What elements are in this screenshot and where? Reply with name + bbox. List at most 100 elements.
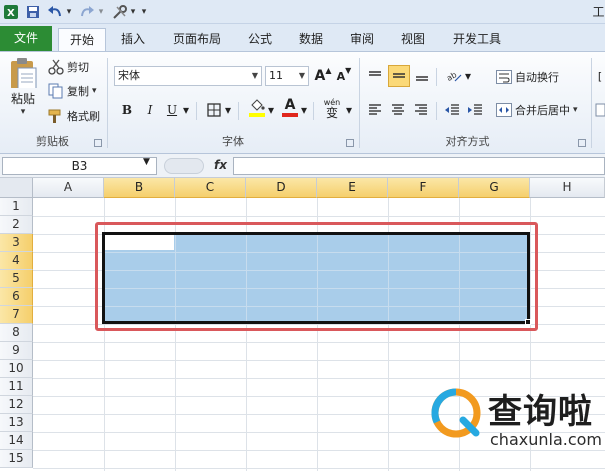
- row-header-5[interactable]: 5: [0, 270, 33, 288]
- font-divider: [196, 102, 197, 120]
- wrap-text-button[interactable]: 自动换行: [496, 68, 559, 86]
- row-header-3[interactable]: 3: [0, 234, 33, 252]
- row-header-2[interactable]: 2: [0, 216, 33, 234]
- grow-font-button[interactable]: A ▲: [313, 66, 333, 86]
- undo-icon[interactable]: [46, 3, 64, 20]
- font-color-dropdown-icon[interactable]: ▾: [299, 100, 309, 120]
- merge-center-dropdown-icon[interactable]: ▾: [573, 105, 578, 115]
- column-header-a[interactable]: A: [33, 178, 104, 198]
- fill-color-dropdown-icon[interactable]: ▾: [266, 100, 276, 120]
- row-header-10[interactable]: 10: [0, 360, 33, 378]
- tab-page-layout[interactable]: 页面布局: [165, 28, 229, 51]
- ribbon-home: 粘贴 ▾ 剪切 复制 ▾ 格式刷 剪贴板 宋体 ▼ 11 ▼ A ▲ A ▼ B…: [0, 51, 605, 154]
- orientation-button[interactable]: ab: [444, 66, 464, 86]
- align-right-icon: [415, 104, 427, 115]
- tab-review[interactable]: 审阅: [342, 28, 382, 51]
- align-bottom-button[interactable]: [412, 66, 432, 86]
- redo-icon[interactable]: [78, 3, 96, 20]
- italic-button[interactable]: I: [140, 100, 160, 120]
- align-left-button[interactable]: [365, 100, 385, 120]
- align-top-button[interactable]: [365, 66, 385, 86]
- row-header-9[interactable]: 9: [0, 342, 33, 360]
- grow-font-icon: A: [314, 68, 326, 84]
- orientation-dropdown-icon[interactable]: ▾: [463, 66, 473, 86]
- row-header-4[interactable]: 4: [0, 252, 33, 270]
- clipboard-launcher-icon[interactable]: [94, 139, 102, 147]
- align-right-button[interactable]: [411, 100, 431, 120]
- tab-home[interactable]: 开始: [58, 28, 106, 51]
- shrink-font-icon: A: [336, 69, 346, 83]
- font-name-combo[interactable]: 宋体 ▼: [114, 66, 262, 86]
- formula-input[interactable]: [233, 157, 605, 175]
- tools-dropdown-icon[interactable]: ▾: [129, 3, 137, 20]
- row-header-1[interactable]: 1: [0, 198, 33, 216]
- column-header-h[interactable]: H: [530, 178, 605, 198]
- merge-center-icon: [496, 103, 512, 117]
- tab-file[interactable]: 文件: [0, 26, 52, 51]
- font-size-dropdown-icon[interactable]: ▼: [299, 67, 305, 85]
- underline-button[interactable]: U: [162, 100, 182, 120]
- column-header-d[interactable]: D: [246, 178, 317, 198]
- format-painter-button[interactable]: 格式刷: [48, 107, 100, 125]
- font-color-button[interactable]: A: [280, 97, 300, 117]
- paste-button[interactable]: 粘贴 ▾: [6, 57, 40, 117]
- copy-dropdown-icon[interactable]: ▾: [92, 86, 97, 96]
- font-group-label: 字体: [222, 135, 244, 148]
- row-header-7[interactable]: 7: [0, 306, 33, 324]
- row-header-8[interactable]: 8: [0, 324, 33, 342]
- column-header-b[interactable]: B: [104, 178, 175, 198]
- column-header-f[interactable]: F: [388, 178, 459, 198]
- row-header-14[interactable]: 14: [0, 432, 33, 450]
- tab-insert[interactable]: 插入: [113, 28, 153, 51]
- row-header-11[interactable]: 11: [0, 378, 33, 396]
- tools-icon[interactable]: [111, 3, 129, 20]
- name-box[interactable]: B3: [2, 157, 157, 175]
- formula-bar-splitter[interactable]: [164, 158, 204, 174]
- row-header-6[interactable]: 6: [0, 288, 33, 306]
- gridline: [33, 342, 605, 343]
- align-middle-icon: [393, 73, 405, 78]
- align-middle-button[interactable]: [388, 65, 410, 87]
- font-name-dropdown-icon[interactable]: ▼: [252, 67, 258, 85]
- copy-button[interactable]: 复制 ▾: [48, 82, 97, 100]
- column-header-e[interactable]: E: [317, 178, 388, 198]
- phonetic-dropdown-icon[interactable]: ▾: [344, 100, 354, 120]
- tab-formulas[interactable]: 公式: [240, 28, 280, 51]
- underline-dropdown-icon[interactable]: ▾: [181, 100, 191, 120]
- name-box-dropdown-icon[interactable]: ▼: [143, 157, 150, 167]
- align-center-button[interactable]: [388, 100, 408, 120]
- row-header-15[interactable]: 15: [0, 450, 33, 468]
- redo-dropdown-icon[interactable]: ▾: [97, 3, 105, 20]
- select-all-corner[interactable]: [0, 178, 33, 198]
- row-header-12[interactable]: 12: [0, 396, 33, 414]
- merge-center-button[interactable]: 合并后居中 ▾: [496, 101, 578, 119]
- tab-view[interactable]: 视图: [393, 28, 433, 51]
- bold-button[interactable]: B: [117, 100, 137, 120]
- insert-function-button[interactable]: fx: [214, 158, 227, 172]
- annotation-highlight-box: [95, 222, 538, 331]
- phonetic-button[interactable]: wén 变: [320, 96, 344, 120]
- save-icon[interactable]: [25, 3, 41, 20]
- increase-indent-button[interactable]: [465, 100, 485, 120]
- shrink-font-button[interactable]: A ▼: [334, 66, 354, 86]
- font-launcher-icon[interactable]: [346, 139, 354, 147]
- align-bottom-icon: [416, 76, 428, 81]
- borders-dropdown-icon[interactable]: ▾: [223, 100, 233, 120]
- undo-dropdown-icon[interactable]: ▾: [65, 3, 73, 20]
- formula-bar: B3 ▼ fx: [0, 154, 605, 178]
- customize-qat-icon[interactable]: ▾: [140, 3, 148, 20]
- font-size-combo[interactable]: 11 ▼: [265, 66, 309, 86]
- cut-button[interactable]: 剪切: [48, 58, 89, 76]
- fill-color-button[interactable]: [247, 98, 267, 118]
- row-header-13[interactable]: 13: [0, 414, 33, 432]
- number-format-partial[interactable]: [: [595, 66, 605, 86]
- tab-developer[interactable]: 开发工具: [444, 28, 510, 51]
- alignment-launcher-icon[interactable]: [578, 139, 586, 147]
- paste-dropdown-icon[interactable]: ▾: [21, 107, 26, 117]
- decrease-indent-button[interactable]: [442, 100, 462, 120]
- borders-button[interactable]: [204, 100, 224, 120]
- column-header-c[interactable]: C: [175, 178, 246, 198]
- tab-data[interactable]: 数据: [291, 28, 331, 51]
- number-group-partial-icon[interactable]: [595, 100, 605, 120]
- column-header-g[interactable]: G: [459, 178, 530, 198]
